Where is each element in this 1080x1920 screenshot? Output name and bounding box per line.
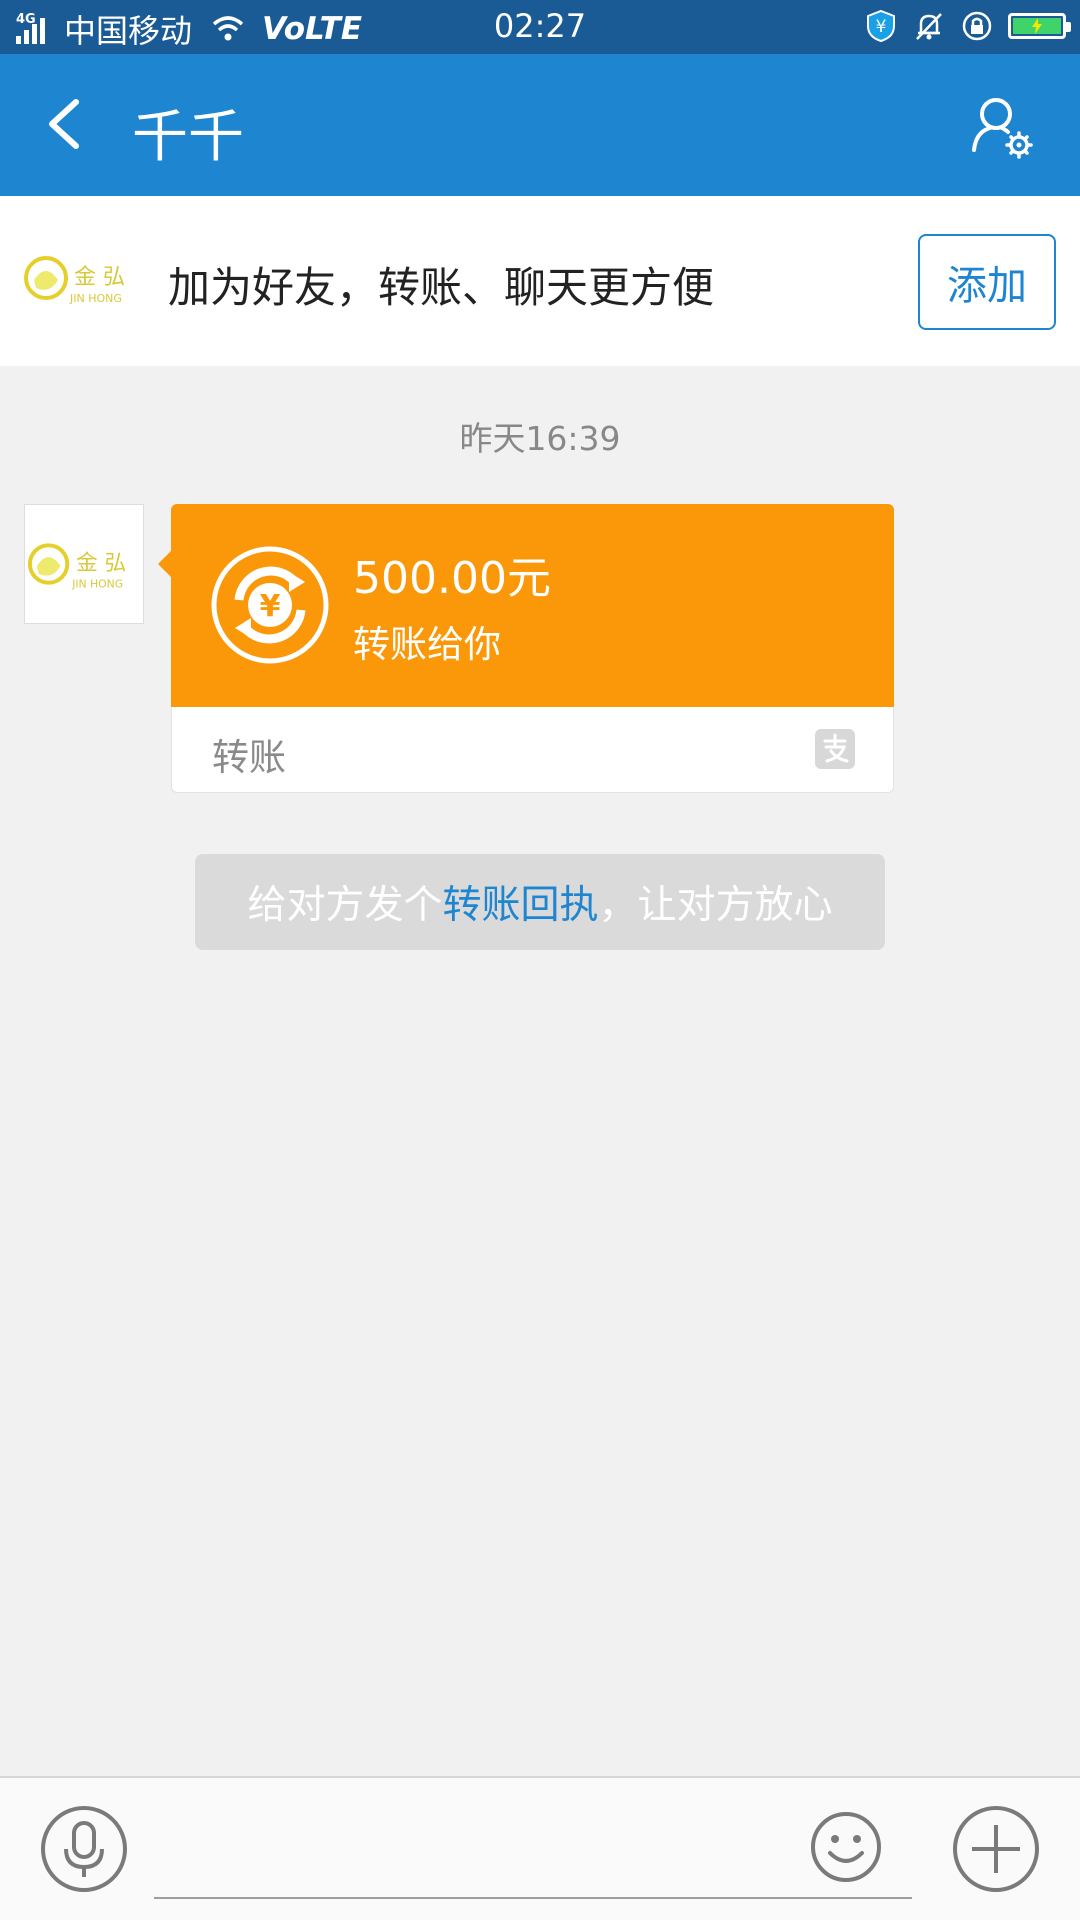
message-timestamp: 昨天16:39 bbox=[459, 419, 621, 458]
chat-title: 千千 bbox=[132, 105, 244, 170]
app-bar: 千千 bbox=[0, 54, 1080, 196]
jinhong-logo: 金 弘 JIN HONG bbox=[22, 218, 144, 340]
transfer-receipt-link[interactable]: 转账回执 bbox=[442, 874, 598, 930]
svg-text:金 弘: 金 弘 bbox=[74, 265, 125, 290]
transfer-message-card[interactable]: ¥ 500.00元 转账给你 转账 bbox=[158, 504, 894, 793]
svg-text:¥: ¥ bbox=[260, 589, 281, 624]
rotation-lock-icon bbox=[962, 11, 992, 41]
tip-prefix: 给对方发个 bbox=[247, 883, 443, 928]
transfer-card-footer: 转账 bbox=[171, 707, 894, 793]
alipay-icon bbox=[815, 729, 855, 769]
message-input[interactable] bbox=[154, 1779, 912, 1899]
svg-text:金 弘: 金 弘 bbox=[76, 551, 126, 576]
battery-charging-icon bbox=[1008, 13, 1071, 39]
bubble-tail bbox=[158, 550, 172, 578]
transfer-amount: 500.00元 bbox=[353, 553, 551, 604]
svg-text:JIN HONG: JIN HONG bbox=[69, 292, 122, 305]
chevron-left-icon[interactable] bbox=[36, 94, 96, 154]
transfer-receipt-tip: 给对方发个 转账回执 ，让对方放心 bbox=[195, 854, 885, 950]
transfer-card-header: ¥ 500.00元 转账给你 bbox=[171, 504, 894, 707]
sender-avatar[interactable]: 金 弘 JIN HONG bbox=[24, 504, 144, 624]
tip-suffix: ，让对方放心 bbox=[598, 883, 833, 928]
transfer-description: 转账给你 bbox=[353, 623, 501, 666]
plus-icon[interactable] bbox=[952, 1805, 1040, 1893]
add-friend-banner: 金 弘 JIN HONG 加为好友，转账、聊天更方便 添加 bbox=[0, 196, 1080, 366]
profile-settings-icon[interactable] bbox=[966, 92, 1036, 162]
svg-text:¥: ¥ bbox=[876, 17, 887, 37]
add-friend-message: 加为好友，转账、聊天更方便 bbox=[168, 263, 715, 312]
transfer-label: 转账 bbox=[212, 736, 286, 779]
transfer-currency-icon: ¥ bbox=[211, 546, 329, 664]
svg-text:JIN HONG: JIN HONG bbox=[71, 578, 123, 591]
payment-shield-icon: ¥ bbox=[867, 9, 895, 43]
microphone-icon[interactable] bbox=[40, 1805, 128, 1893]
emoji-icon[interactable] bbox=[810, 1811, 882, 1883]
mute-bell-icon bbox=[916, 13, 942, 40]
message-input-bar bbox=[0, 1776, 1080, 1920]
status-bar: 4G 中国移动 VoLTE 02:27 ¥ bbox=[0, 0, 1080, 54]
add-friend-button[interactable]: 添加 bbox=[918, 234, 1056, 330]
